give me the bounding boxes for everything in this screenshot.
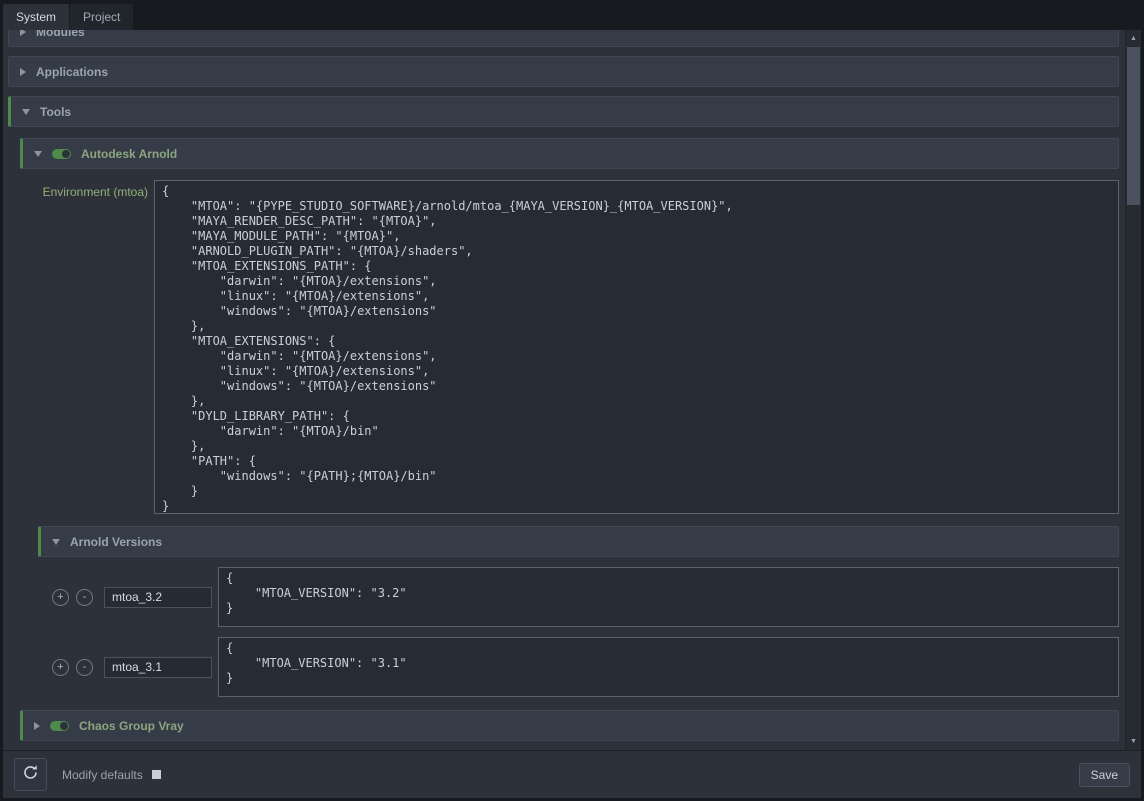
environment-label: Environment (mtoa)	[20, 180, 148, 199]
row-buttons: + -	[52, 659, 93, 676]
chevron-down-icon	[34, 151, 42, 157]
version-row: + - { "MTOA_VERSION": "3.1" }	[38, 637, 1119, 697]
section-applications-label: Applications	[36, 65, 108, 79]
environment-editor-wrap: { "MTOA": "{PYPE_STUDIO_SOFTWARE}/arnold…	[154, 180, 1119, 514]
section-arnold-versions[interactable]: Arnold Versions	[38, 526, 1119, 557]
tab-system[interactable]: System	[3, 4, 69, 30]
remove-item-button[interactable]: -	[76, 659, 93, 676]
scroll-down-arrow-icon[interactable]: ▼	[1126, 734, 1141, 749]
version-value-wrap: { "MTOA_VERSION": "3.1" }	[218, 637, 1119, 697]
add-item-button[interactable]: +	[52, 659, 69, 676]
section-tools-label: Tools	[40, 105, 71, 119]
settings-window: System Project Modules Applications Tool…	[0, 0, 1144, 801]
modify-defaults-label: Modify defaults	[62, 768, 143, 782]
vertical-scrollbar[interactable]: ▲ ▼	[1125, 30, 1141, 750]
tab-project-label: Project	[83, 10, 120, 24]
environment-row: Environment (mtoa) { "MTOA": "{PYPE_STUD…	[20, 180, 1119, 514]
version-json-editor[interactable]: { "MTOA_VERSION": "3.2" }	[218, 567, 1119, 627]
chevron-right-icon	[20, 68, 26, 76]
version-row: + - { "MTOA_VERSION": "3.2" }	[38, 567, 1119, 627]
tab-bar: System Project	[0, 0, 1144, 30]
section-arnold-versions-label: Arnold Versions	[70, 535, 162, 549]
tab-system-label: System	[16, 10, 56, 24]
footer-bar: Modify defaults Save	[3, 750, 1141, 798]
add-item-button[interactable]: +	[52, 589, 69, 606]
environment-json-editor[interactable]: { "MTOA": "{PYPE_STUDIO_SOFTWARE}/arnold…	[154, 180, 1119, 514]
refresh-button[interactable]	[14, 758, 47, 791]
version-key-input[interactable]	[104, 587, 212, 608]
version-key-wrap	[104, 587, 212, 608]
refresh-icon	[22, 764, 39, 786]
enabled-toggle[interactable]	[50, 721, 69, 731]
section-chaos-group-vray-label: Chaos Group Vray	[79, 719, 184, 733]
modify-defaults-checkbox[interactable]	[152, 770, 161, 779]
enabled-toggle[interactable]	[52, 149, 71, 159]
settings-content: Modules Applications Tools Autodesk Arno…	[3, 30, 1125, 750]
arnold-versions-group: Arnold Versions + - { "MTOA_V	[38, 526, 1119, 697]
scrollbar-thumb[interactable]	[1127, 47, 1140, 205]
section-tools[interactable]: Tools	[8, 96, 1119, 127]
chevron-down-icon	[52, 539, 60, 545]
section-modules[interactable]: Modules	[8, 30, 1119, 47]
version-key-wrap	[104, 657, 212, 678]
section-applications[interactable]: Applications	[8, 56, 1119, 87]
section-autodesk-arnold-label: Autodesk Arnold	[81, 147, 177, 161]
section-modules-label: Modules	[36, 30, 85, 39]
version-value-wrap: { "MTOA_VERSION": "3.2" }	[218, 567, 1119, 627]
section-chaos-group-vray[interactable]: Chaos Group Vray	[20, 710, 1119, 741]
chevron-right-icon	[20, 30, 26, 36]
modify-defaults-control: Modify defaults	[62, 768, 161, 782]
version-json-editor[interactable]: { "MTOA_VERSION": "3.1" }	[218, 637, 1119, 697]
settings-scroll-area: Modules Applications Tools Autodesk Arno…	[3, 30, 1141, 750]
section-autodesk-arnold[interactable]: Autodesk Arnold	[20, 138, 1119, 169]
remove-item-button[interactable]: -	[76, 589, 93, 606]
chevron-right-icon	[34, 722, 40, 730]
version-key-input[interactable]	[104, 657, 212, 678]
tools-body: Autodesk Arnold Environment (mtoa) { "MT…	[8, 127, 1119, 741]
autodesk-arnold-body: Environment (mtoa) { "MTOA": "{PYPE_STUD…	[20, 169, 1119, 741]
tab-project[interactable]: Project	[70, 4, 133, 30]
row-buttons: + -	[52, 589, 93, 606]
chevron-down-icon	[22, 109, 30, 115]
scroll-up-arrow-icon[interactable]: ▲	[1126, 31, 1141, 46]
save-button[interactable]: Save	[1079, 763, 1130, 787]
